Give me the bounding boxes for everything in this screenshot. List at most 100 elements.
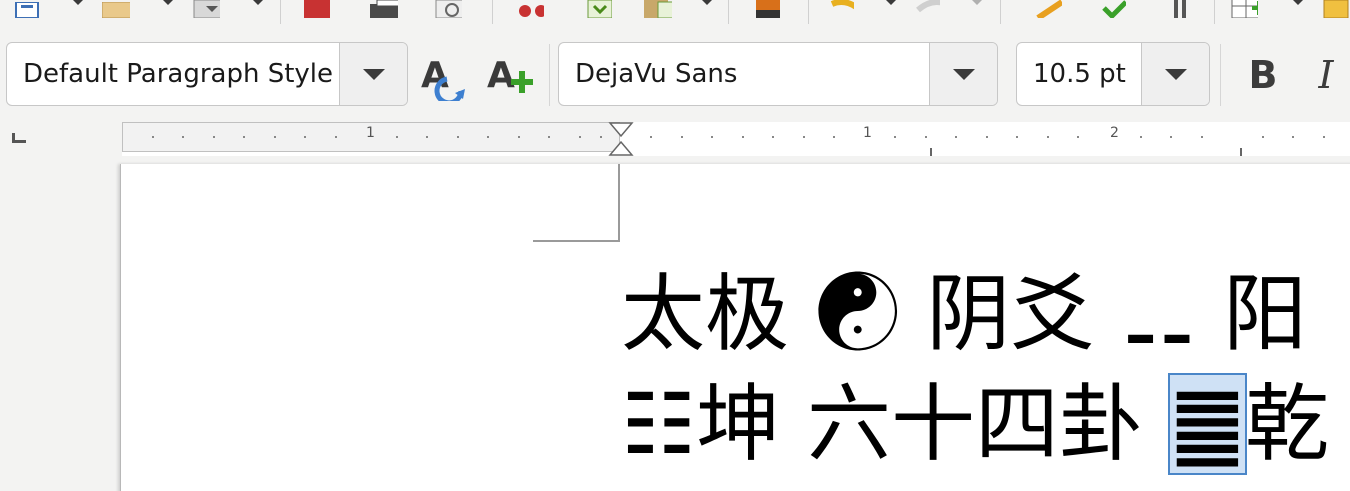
text-run[interactable]: 乾	[1245, 375, 1329, 473]
tab-stop-selector[interactable]	[12, 133, 26, 143]
ruler-tick	[548, 136, 550, 138]
ruler-tick	[426, 136, 428, 138]
document-canvas[interactable]: 太极 ☯ 阴爻 ⚋ 阳 ☷坤 六十四卦 ䷀乾	[0, 156, 1350, 491]
ruler-tick	[600, 136, 602, 138]
update-style-button[interactable]: A	[414, 44, 474, 106]
undo-icon[interactable]	[826, 0, 854, 18]
toolbar-separator	[280, 0, 281, 24]
text-run[interactable]: ☷坤 六十四卦	[621, 375, 1170, 473]
paragraph-style-dropdown-button[interactable]	[339, 43, 407, 105]
ruler-tick	[518, 136, 520, 138]
ruler-tick	[1077, 136, 1079, 138]
font-name-dropdown-button[interactable]	[929, 43, 997, 105]
ruler-tick	[925, 136, 927, 138]
text-line-2[interactable]: ☷坤 六十四卦 ䷀乾	[621, 373, 1329, 475]
save-icon[interactable]	[192, 0, 220, 18]
ruler-tick	[152, 136, 154, 138]
ruler-tick	[772, 136, 774, 138]
spelling-icon[interactable]	[1034, 0, 1062, 18]
new-style-icon: A	[487, 55, 533, 96]
paragraph-style-input[interactable]: Default Paragraph Style	[7, 59, 339, 89]
paste-icon[interactable]	[644, 0, 672, 18]
toolbar-separator	[728, 0, 729, 24]
cut-icon[interactable]	[516, 0, 544, 18]
svg-text:A: A	[487, 55, 515, 96]
toolbar-separator	[1000, 0, 1001, 24]
print-preview-icon[interactable]	[434, 0, 462, 18]
ruler-tick	[1140, 136, 1142, 138]
dropdown-arrow-icon[interactable]	[1293, 0, 1303, 5]
formatting-marks-icon[interactable]	[1166, 0, 1194, 18]
ruler-tick	[274, 136, 276, 138]
tab-stop-marker[interactable]	[1240, 148, 1242, 156]
paragraph-style-combo[interactable]: Default Paragraph Style	[6, 42, 408, 106]
ruler-tick	[1292, 136, 1294, 138]
tab-stop-marker[interactable]	[930, 148, 932, 156]
checkmark-icon[interactable]	[1098, 0, 1126, 18]
toolbar-separator	[549, 44, 550, 106]
chevron-down-icon	[362, 68, 385, 80]
document-page[interactable]: 太极 ☯ 阴爻 ⚋ 阳 ☷坤 六十四卦 ䷀乾	[120, 164, 1350, 491]
font-size-combo[interactable]: 10.5 pt	[1016, 42, 1210, 106]
ruler-tick	[1323, 136, 1325, 138]
horizontal-ruler[interactable]: 1 1 2	[122, 122, 1350, 156]
ruler-tick	[213, 136, 215, 138]
dropdown-arrow-icon[interactable]	[163, 0, 173, 5]
text-line-1[interactable]: 太极 ☯ 阴爻 ⚋ 阳	[621, 272, 1307, 356]
dropdown-arrow-icon[interactable]	[886, 0, 896, 5]
standard-toolbar	[0, 0, 1350, 24]
selected-text[interactable]: ䷀	[1167, 373, 1248, 475]
font-name-combo[interactable]: DejaVu Sans	[558, 42, 998, 106]
ruler-tick	[182, 136, 184, 138]
dropdown-arrow-icon	[972, 0, 982, 5]
ruler-tick	[579, 136, 581, 138]
ruler-tick	[894, 136, 896, 138]
ruler-tick	[1016, 136, 1018, 138]
chevron-down-icon	[952, 68, 975, 80]
ruler-tick	[396, 136, 398, 138]
ruler-tick	[986, 136, 988, 138]
indent-marker-icon[interactable]	[608, 122, 634, 156]
open-folder-icon[interactable]	[102, 0, 130, 18]
font-size-dropdown-button[interactable]	[1141, 43, 1209, 105]
ruler-tick	[681, 136, 683, 138]
toolbar-separator	[808, 0, 809, 24]
ruler-tick	[304, 136, 306, 138]
font-size-input[interactable]: 10.5 pt	[1017, 59, 1141, 89]
ruler-tick	[487, 136, 489, 138]
text-boundary-corner	[533, 164, 620, 242]
copy-icon[interactable]	[584, 0, 612, 18]
toolbar-separator	[1220, 44, 1221, 106]
ruler-tick	[243, 136, 245, 138]
ruler-tick	[1047, 136, 1049, 138]
ruler-tick	[650, 136, 652, 138]
insert-image-icon[interactable]	[1322, 0, 1350, 18]
print-icon[interactable]	[370, 0, 398, 18]
toolbar-separator	[1214, 0, 1215, 24]
clone-formatting-icon[interactable]	[752, 0, 780, 18]
dropdown-arrow-icon[interactable]	[702, 0, 712, 5]
chevron-down-icon	[1164, 68, 1187, 80]
dropdown-arrow-icon[interactable]	[73, 0, 83, 5]
insert-table-icon[interactable]	[1230, 0, 1258, 18]
ruler-label: 2	[1110, 125, 1119, 141]
dropdown-arrow-icon[interactable]	[253, 0, 263, 5]
ruler-tick	[1170, 136, 1172, 138]
ruler-label: 1	[863, 125, 872, 141]
ruler-tick	[833, 136, 835, 138]
update-style-icon: A	[421, 55, 465, 101]
ruler-tick	[803, 136, 805, 138]
italic-button[interactable]: I	[1306, 44, 1346, 106]
redo-icon[interactable]	[912, 0, 940, 18]
export-pdf-icon[interactable]	[302, 0, 330, 18]
ruler-tick	[335, 136, 337, 138]
ruler-tick	[1262, 136, 1264, 138]
new-style-button[interactable]: A	[480, 44, 540, 106]
bold-button[interactable]: B	[1240, 44, 1286, 106]
page-icon[interactable]	[14, 0, 42, 18]
font-name-input[interactable]: DejaVu Sans	[559, 59, 929, 89]
ruler-tick	[742, 136, 744, 138]
toolbar-separator	[492, 0, 493, 24]
ruler-tick	[457, 136, 459, 138]
ruler-tick	[711, 136, 713, 138]
